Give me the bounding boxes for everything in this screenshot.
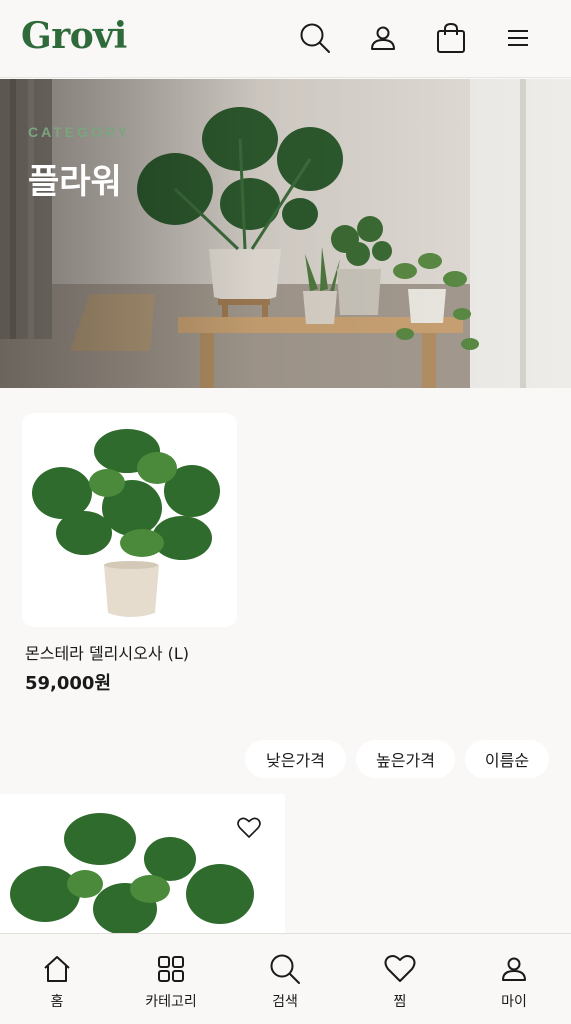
heart-icon <box>237 817 261 838</box>
app-header: Grovi <box>0 0 571 78</box>
nav-wishlist-label: 찜 <box>393 994 407 1010</box>
nav-search-label: 검색 <box>272 994 298 1010</box>
search-icon <box>300 23 330 53</box>
nav-home-label: 홈 <box>50 994 64 1010</box>
user-icon <box>371 26 395 50</box>
heart-icon <box>384 954 416 982</box>
cart-button[interactable] <box>432 18 470 58</box>
nav-my-label: 마이 <box>501 994 527 1010</box>
wishlist-button[interactable] <box>236 815 262 841</box>
menu-icon <box>508 30 528 46</box>
nav-search[interactable]: 검색 <box>228 934 342 1024</box>
product-name[interactable]: 몬스테라 델리시오사 (L) <box>25 640 189 664</box>
product-image[interactable] <box>22 413 237 627</box>
nav-category[interactable]: 카테고리 <box>114 934 228 1024</box>
bottom-navigation: 홈 카테고리 검색 찜 마이 <box>0 933 571 1024</box>
category-hero-banner: CATEGORY 플라워 <box>0 79 571 388</box>
search-icon <box>270 954 300 984</box>
nav-home[interactable]: 홈 <box>0 934 114 1024</box>
sort-name-button[interactable]: 이름순 <box>465 740 549 778</box>
category-label: CATEGORY <box>28 124 130 140</box>
user-icon <box>502 957 526 981</box>
sort-low-price-button[interactable]: 낮은가격 <box>245 740 346 778</box>
monstera-plant-image <box>32 429 220 617</box>
shopping-bag-icon <box>437 22 465 53</box>
nav-category-label: 카테고리 <box>145 994 197 1010</box>
home-icon <box>44 956 70 982</box>
nav-my[interactable]: 마이 <box>457 934 571 1024</box>
sort-high-price-button[interactable]: 높은가격 <box>356 740 455 778</box>
brand-logo[interactable]: Grovi <box>21 15 127 57</box>
account-button[interactable] <box>364 18 402 58</box>
nav-wishlist[interactable]: 찜 <box>343 934 457 1024</box>
category-title: 플라워 <box>28 162 122 202</box>
menu-button[interactable] <box>499 18 537 58</box>
grid-icon <box>158 956 184 982</box>
product-price: 59,000원 <box>25 673 112 694</box>
search-button[interactable] <box>296 18 334 58</box>
